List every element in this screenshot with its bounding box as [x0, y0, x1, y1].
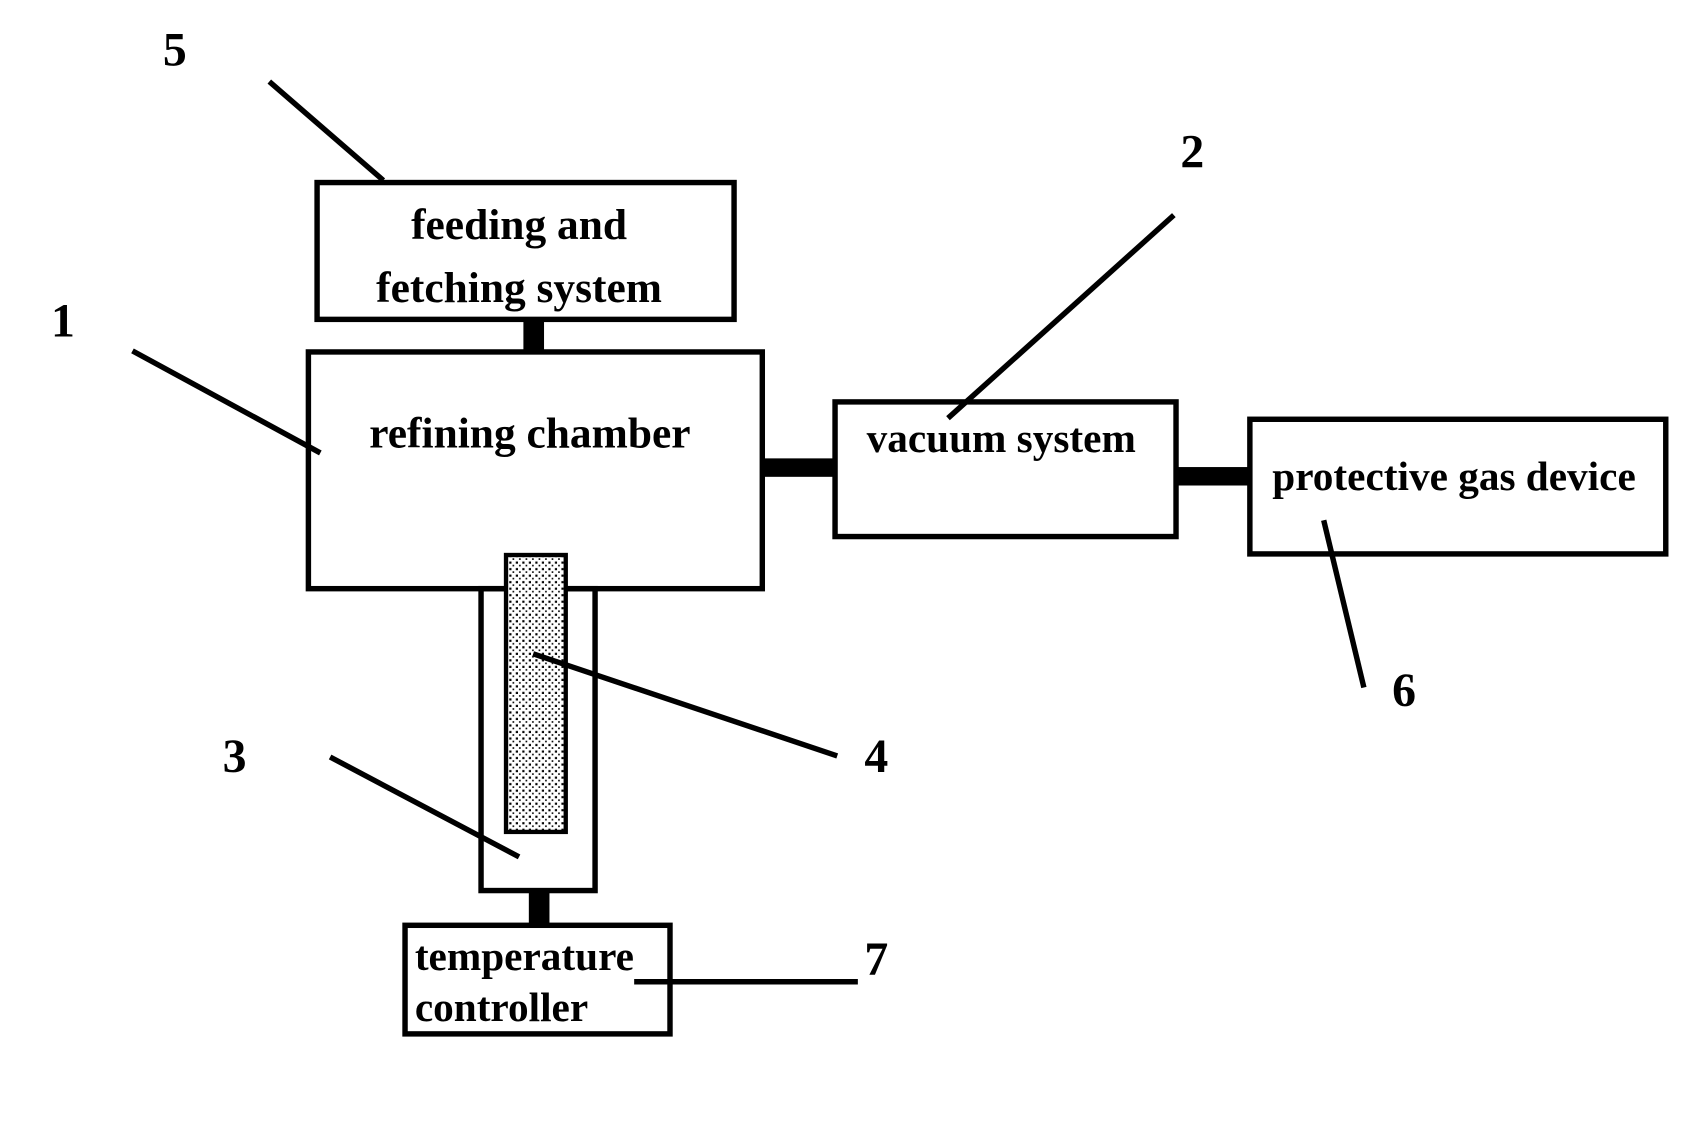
vacuum-system-label: vacuum system [867, 415, 1136, 461]
reference-numeral-3: 3 [223, 730, 247, 783]
feeding-label-line2: fetching system [376, 264, 662, 312]
feeding-fetching-system-block: feeding and fetching system [314, 179, 737, 323]
temperature-controller-block: temperature controller [402, 922, 673, 1037]
connector-vacuum-to-gas [1176, 467, 1250, 486]
connector-feeding-to-chamber [523, 319, 545, 352]
protective-gas-device-block: protective gas device [1247, 416, 1669, 557]
reference-numeral-4: 4 [864, 730, 888, 783]
connector-chamber-to-vacuum [762, 458, 837, 477]
vacuum-system-block: vacuum system [832, 399, 1179, 540]
reference-numeral-6: 6 [1392, 664, 1416, 717]
reference-numeral-5: 5 [163, 23, 187, 76]
protective-gas-device-label: protective gas device [1272, 453, 1636, 499]
temperature-controller-label-line1: temperature [415, 933, 634, 979]
leader-line-5 [267, 79, 386, 183]
diagram-canvas: feeding and fetching system refining cha… [51, 23, 1669, 1037]
leader-line-1 [131, 348, 322, 456]
reference-numeral-7: 7 [864, 933, 888, 986]
connector-tube-to-controller [528, 890, 550, 926]
sample-rod [503, 552, 568, 835]
feeding-label-line1: feeding and [411, 201, 627, 249]
reference-numeral-2: 2 [1180, 125, 1204, 178]
refining-chamber-label: refining chamber [369, 410, 690, 458]
leader-line-2 [946, 213, 1176, 421]
temperature-controller-label-line2: controller [415, 984, 588, 1030]
reference-numeral-1: 1 [51, 295, 75, 348]
